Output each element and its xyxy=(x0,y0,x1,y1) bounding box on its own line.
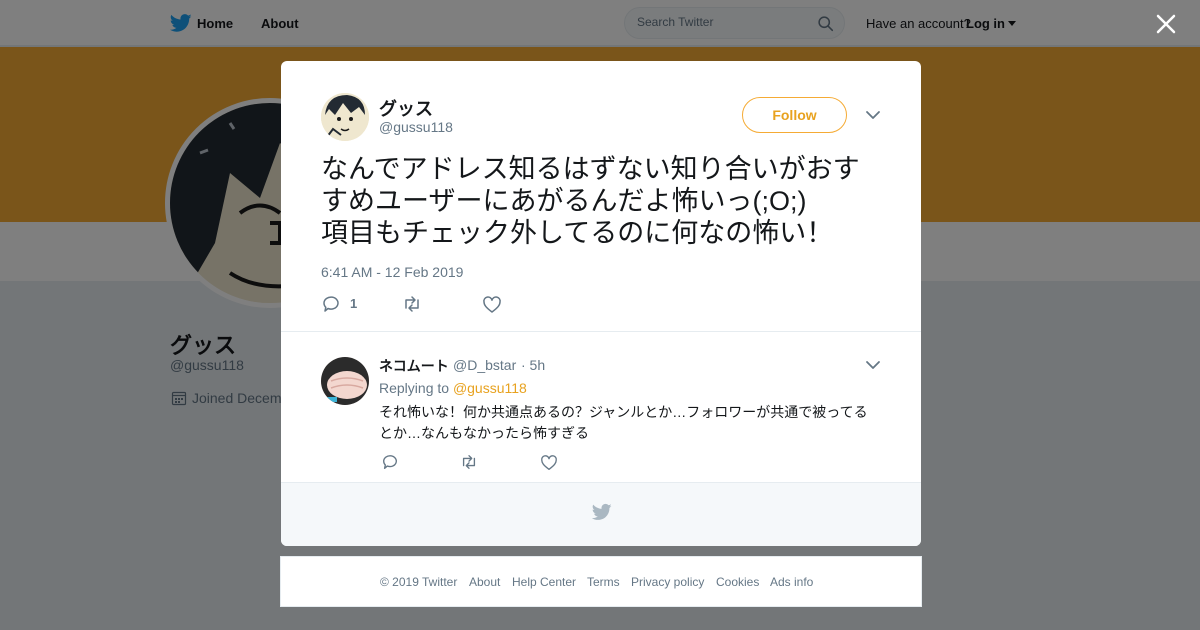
footer-links: © 2019 Twitter About Help Center Terms P… xyxy=(280,556,922,607)
retweet-action[interactable] xyxy=(402,294,422,314)
footer-link-ads-info[interactable]: Ads info xyxy=(770,575,813,589)
chevron-down-icon[interactable] xyxy=(865,359,881,371)
footer-link-about[interactable]: About xyxy=(469,575,500,589)
tweet-author-name[interactable]: グッス xyxy=(379,95,433,121)
tweet-timestamp[interactable]: 6:41 AM - 12 Feb 2019 xyxy=(321,264,463,280)
footer-link-cookies[interactable]: Cookies xyxy=(716,575,759,589)
modal-footer xyxy=(281,482,921,546)
replying-to-line: Replying to @gussu118 xyxy=(379,380,527,396)
follow-button[interactable]: Follow xyxy=(742,97,847,133)
footer-link-terms[interactable]: Terms xyxy=(587,575,620,589)
footer-link-privacy-policy[interactable]: Privacy policy xyxy=(631,575,704,589)
reply-reply-action[interactable] xyxy=(381,453,399,473)
footer-copyright: © 2019 Twitter xyxy=(380,575,458,589)
divider xyxy=(281,331,921,332)
reply-icon[interactable] xyxy=(321,294,341,314)
heart-icon[interactable] xyxy=(482,295,502,315)
tweet-author-avatar[interactable] xyxy=(321,93,369,141)
footer-link-help-center[interactable]: Help Center xyxy=(512,575,576,589)
reply-retweet-action[interactable] xyxy=(460,453,478,473)
retweet-icon[interactable] xyxy=(402,294,422,314)
close-icon[interactable] xyxy=(1155,13,1177,35)
heart-icon[interactable] xyxy=(540,454,558,472)
twitter-bird-icon xyxy=(591,503,612,520)
retweet-icon[interactable] xyxy=(460,453,478,471)
reply-like-action[interactable] xyxy=(540,454,558,474)
reply-count: 1 xyxy=(350,296,358,311)
tweet-author-handle[interactable]: @gussu118 xyxy=(379,119,453,135)
avatar-illustration xyxy=(321,357,369,405)
reply-author-avatar[interactable] xyxy=(321,357,369,405)
avatar-illustration xyxy=(321,93,369,141)
chevron-down-icon[interactable] xyxy=(865,109,881,121)
reply-action[interactable]: 1 xyxy=(321,294,371,314)
reply-icon[interactable] xyxy=(381,453,399,471)
reply-text: それ怖いな！何か共通点あるの？ジャンルとか…フォロワーが共通で被ってるとか…なん… xyxy=(379,404,868,441)
tweet-text: なんでアドレス知るはずない知り合いがおすすめユーザーにあがるんだよ怖いっ(;O;… xyxy=(321,154,860,248)
reply-author-handle[interactable]: @D_bstar xyxy=(453,357,516,373)
tweet-modal: グッス @gussu118 Follow なんでアドレス知るはずない知り合いがお… xyxy=(281,61,921,546)
reply-author-name[interactable]: ネコムート xyxy=(379,356,449,376)
reply-time[interactable]: · 5h xyxy=(521,357,545,373)
replying-to-link[interactable]: @gussu118 xyxy=(453,380,527,396)
replying-to-prefix: Replying to xyxy=(379,380,450,396)
like-action[interactable] xyxy=(482,295,502,315)
